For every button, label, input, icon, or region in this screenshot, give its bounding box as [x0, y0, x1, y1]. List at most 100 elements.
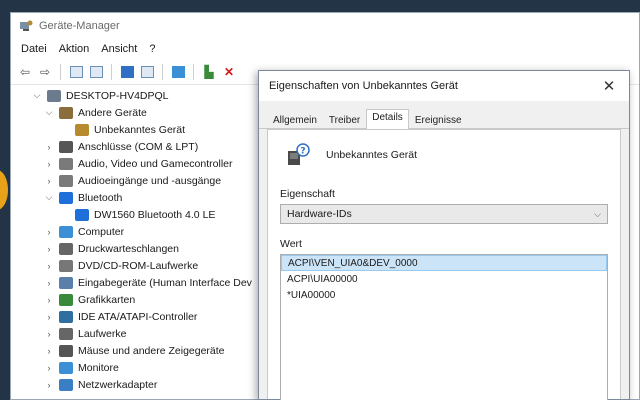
tree-item[interactable]: DW1560 Bluetooth 4.0 LE — [31, 206, 271, 223]
device-category-icon — [59, 259, 73, 272]
chevron-down-icon[interactable]: ⌵ — [43, 192, 55, 203]
menu-datei[interactable]: Datei — [15, 43, 53, 55]
update-driver-icon[interactable]: ▙ — [201, 64, 217, 80]
device-manager-icon — [19, 19, 33, 33]
svg-text:?: ? — [300, 147, 305, 157]
property-label: Eigenschaft — [280, 188, 335, 200]
value-item[interactable]: ACPI\VEN_UIA0&DEV_0000 — [281, 255, 607, 271]
tree-item[interactable]: › Laufwerke — [31, 325, 271, 342]
property-selected-value: Hardware-IDs — [287, 208, 352, 220]
tree-item-label: DESKTOP-HV4DPQL — [66, 89, 169, 102]
properties-dialog: Eigenschaften von Unbekanntes Gerät ✕ Al… — [258, 70, 630, 400]
menu-aktion[interactable]: Aktion — [53, 43, 96, 55]
tab-ereignisse[interactable]: Ereignisse — [409, 112, 468, 128]
value-item[interactable]: ACPI\UIA00000 — [281, 271, 607, 287]
help-icon[interactable] — [119, 64, 135, 80]
tree-item[interactable]: › Mäuse und andere Zeigegeräte — [31, 342, 271, 359]
chevron-right-icon[interactable]: › — [43, 244, 55, 254]
monitor-icon[interactable] — [170, 64, 186, 80]
device-category-icon — [59, 293, 73, 306]
tree-item-label: Unbekanntes Gerät — [94, 123, 186, 136]
forward-arrow-icon[interactable]: ⇨ — [37, 64, 53, 80]
tree-item-label: Laufwerke — [78, 327, 127, 340]
tree-item[interactable]: › Computer — [31, 223, 271, 240]
property-select[interactable]: Hardware-IDs ⌵ — [280, 204, 608, 224]
toolbar-separator — [111, 63, 112, 80]
tree-item-label: Bluetooth — [78, 191, 123, 204]
device-category-icon — [59, 327, 73, 340]
dialog-title: Eigenschaften von Unbekanntes Gerät — [269, 80, 458, 92]
chevron-right-icon[interactable]: › — [43, 278, 55, 288]
tree-item[interactable]: › DVD/CD-ROM-Laufwerke — [31, 257, 271, 274]
toolbar-separator — [60, 63, 61, 80]
chevron-right-icon[interactable]: › — [43, 346, 55, 356]
menubar: Datei Aktion Ansicht ? — [11, 39, 639, 59]
unknown-device-icon: ? — [286, 143, 312, 167]
chevron-right-icon[interactable]: › — [43, 363, 55, 373]
uninstall-device-icon[interactable]: ✕ — [221, 64, 237, 80]
tree-item-label: Netzwerkadapter — [78, 378, 158, 391]
tree-item[interactable]: › Eingabegeräte (Human Interface Dev — [31, 274, 271, 291]
chevron-right-icon[interactable]: › — [43, 176, 55, 186]
scan-hardware-icon[interactable] — [139, 64, 155, 80]
tree-item[interactable]: ⌵ Bluetooth — [31, 189, 271, 206]
chevron-right-icon[interactable]: › — [43, 142, 55, 152]
value-listbox[interactable]: ACPI\VEN_UIA0&DEV_0000 ACPI\UIA00000 *UI… — [280, 254, 608, 400]
chevron-right-icon[interactable]: › — [43, 261, 55, 271]
device-category-icon — [75, 123, 89, 136]
device-category-icon — [59, 225, 73, 238]
device-category-icon — [59, 310, 73, 323]
chevron-right-icon[interactable]: › — [43, 329, 55, 339]
device-category-icon — [59, 174, 73, 187]
chevron-right-icon[interactable]: › — [43, 380, 55, 390]
tab-allgemein[interactable]: Allgemein — [267, 112, 323, 128]
chevron-right-icon[interactable]: › — [43, 227, 55, 237]
tree-item-label: DVD/CD-ROM-Laufwerke — [78, 259, 199, 272]
toolbar-separator — [162, 63, 163, 80]
menu-ansicht[interactable]: Ansicht — [95, 43, 143, 55]
device-category-icon — [59, 378, 73, 391]
device-category-icon — [59, 106, 73, 119]
tree-item[interactable]: › Netzwerkadapter — [31, 376, 271, 393]
tree-item-label: Mäuse und andere Zeigegeräte — [78, 344, 225, 357]
tree-item[interactable]: › Grafikkarten — [31, 291, 271, 308]
close-icon[interactable]: ✕ — [599, 77, 619, 95]
dialog-titlebar: Eigenschaften von Unbekanntes Gerät ✕ — [259, 71, 629, 101]
device-category-icon — [59, 242, 73, 255]
device-category-icon — [59, 140, 73, 153]
device-category-icon — [47, 89, 61, 102]
value-label: Wert — [280, 238, 302, 250]
tree-item[interactable]: ⌵ DESKTOP-HV4DPQL — [31, 87, 271, 104]
chevron-right-icon[interactable]: › — [43, 312, 55, 322]
properties-icon[interactable] — [88, 64, 104, 80]
tree-item[interactable]: › Monitore — [31, 359, 271, 376]
tab-treiber[interactable]: Treiber — [323, 112, 366, 128]
back-arrow-icon[interactable]: ⇦ — [17, 64, 33, 80]
device-header: ? Unbekanntes Gerät — [280, 138, 608, 172]
tree-item[interactable]: › Audioeingänge und -ausgänge — [31, 172, 271, 189]
window-title: Geräte-Manager — [39, 20, 120, 32]
chevron-right-icon[interactable]: › — [43, 295, 55, 305]
tab-details[interactable]: Details — [366, 109, 409, 129]
chevron-down-icon[interactable]: ⌵ — [43, 107, 55, 118]
menu-help[interactable]: ? — [143, 43, 161, 55]
tree-item[interactable]: ⌵ Andere Geräte — [31, 104, 271, 121]
device-category-icon — [59, 361, 73, 374]
tree-item[interactable]: › Audio, Video und Gamecontroller — [31, 155, 271, 172]
device-category-icon — [59, 344, 73, 357]
tree-item[interactable]: › IDE ATA/ATAPI-Controller — [31, 308, 271, 325]
device-name: Unbekanntes Gerät — [326, 149, 418, 161]
view-icon[interactable] — [68, 64, 84, 80]
tree-item[interactable]: › Anschlüsse (COM & LPT) — [31, 138, 271, 155]
tree-item-label: Audioeingänge und -ausgänge — [78, 174, 222, 187]
tree-item[interactable]: › Druckwarteschlangen — [31, 240, 271, 257]
tree-item-label: IDE ATA/ATAPI-Controller — [78, 310, 198, 323]
chevron-down-icon[interactable]: ⌵ — [31, 90, 43, 101]
value-item[interactable]: *UIA00000 — [281, 287, 607, 303]
device-category-icon — [75, 208, 89, 221]
tree-item-label: Audio, Video und Gamecontroller — [78, 157, 233, 170]
chevron-right-icon[interactable]: › — [43, 159, 55, 169]
tree-item[interactable]: Unbekanntes Gerät — [31, 121, 271, 138]
tree-item-label: Computer — [78, 225, 125, 238]
desktop-wallpaper-spot — [0, 170, 8, 210]
